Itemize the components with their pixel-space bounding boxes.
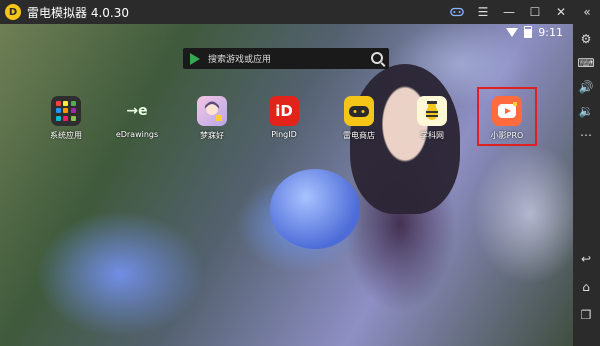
play-store-icon [190,52,200,65]
app-logo: D [5,4,21,20]
volume-down-icon[interactable]: 🔉 [579,104,594,118]
mengmeihao-icon [197,96,227,126]
app-label: 系统应用 [50,131,82,140]
right-sidebar: ⚙ ⌨ 🔊 🔉 ⋯ ↩ ⌂ ❐ [573,24,600,346]
status-time: 9:11 [538,25,563,39]
pingid-icon: iD [269,96,299,126]
search-placeholder: 搜索游戏或应用 [208,55,272,65]
search-bar[interactable]: 搜索游戏或应用 [183,48,389,69]
store-gamepad-icon [344,96,374,126]
minimize-icon[interactable]: — [502,5,516,19]
wifi-icon [506,27,519,37]
collapse-icon[interactable]: « [580,5,594,19]
app-leidian-store[interactable]: 雷电商店 [329,96,389,141]
menu-icon[interactable]: ☰ [476,5,490,19]
app-pingid[interactable]: iD PingID [254,96,314,139]
close-icon[interactable]: ✕ [554,5,568,19]
edrawings-icon: →e [126,103,148,119]
title-bar: D 雷电模拟器 4.0.30 ☰ — ☐ ✕ « [0,0,600,24]
more-icon[interactable]: ⋯ [579,128,593,142]
volume-up-icon[interactable]: 🔊 [579,80,594,94]
recent-apps-icon[interactable]: ❐ [579,308,593,322]
search-icon[interactable] [371,52,383,64]
wallpaper-balloon [270,169,360,249]
app-mengmeihao[interactable]: 梦寐好 [182,96,242,141]
app-system[interactable]: 系统应用 [36,96,96,141]
app-label: 雷电商店 [343,131,375,140]
system-apps-icon [51,96,81,126]
status-bar: 9:11 [0,24,573,40]
highlight-box [477,87,537,146]
home-icon[interactable]: ⌂ [579,280,593,294]
app-edrawings[interactable]: →e eDrawings [107,96,167,139]
app-label: eDrawings [115,130,159,139]
keyboard-icon[interactable]: ⌨ [577,56,594,70]
maximize-icon[interactable]: ☐ [528,5,542,19]
android-screen: 9:11 搜索游戏或应用 系统应用 →e eDrawings 梦寐好 iD Pi… [0,24,573,346]
app-xuekewang[interactable]: 学科网 [402,96,462,141]
battery-icon [524,26,533,38]
gamepad-icon[interactable] [450,5,464,19]
back-icon[interactable]: ↩ [579,252,593,266]
app-label: 梦寐好 [200,131,224,140]
app-label: 学科网 [420,131,444,140]
xuekewang-bee-icon [417,96,447,126]
app-label: PingID [271,130,297,139]
window-title: 雷电模拟器 4.0.30 [27,5,129,20]
settings-gear-icon[interactable]: ⚙ [579,32,593,46]
